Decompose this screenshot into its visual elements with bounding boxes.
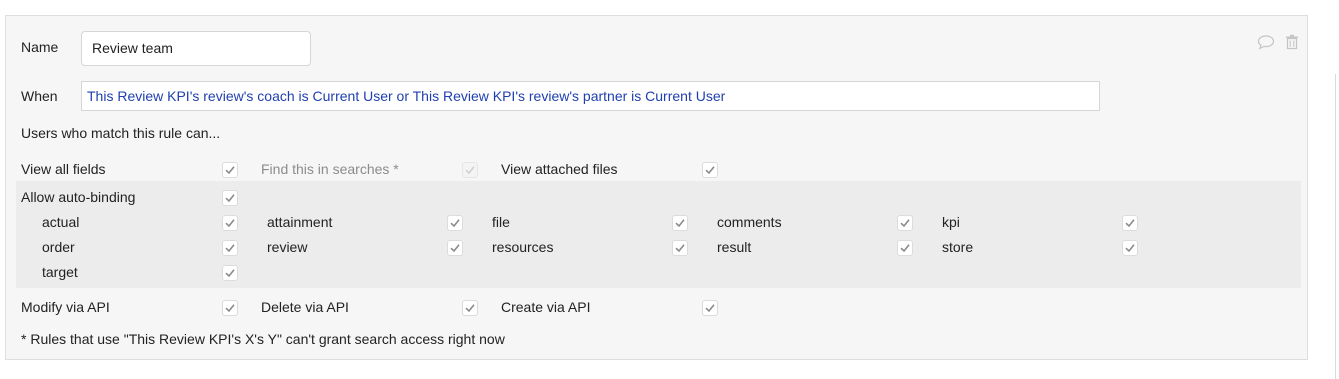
binding-field-label: review (267, 239, 308, 255)
users-intro-text: Users who match this rule can... (21, 125, 221, 141)
auto-binding-section (16, 181, 1301, 288)
speech-bubble-icon[interactable] (1257, 34, 1275, 53)
delete-via-api-checkbox[interactable] (462, 300, 478, 316)
binding-field-checkbox-kpi[interactable] (1122, 215, 1138, 231)
binding-field-checkbox-actual[interactable] (222, 215, 238, 231)
modify-via-api-checkbox[interactable] (222, 300, 238, 316)
binding-field-label: kpi (942, 214, 960, 230)
create-via-api-label: Create via API (501, 299, 591, 315)
binding-field-checkbox-resources[interactable] (672, 240, 688, 256)
search-access-footnote: * Rules that use "This Review KPI's X's … (21, 331, 505, 347)
binding-field-checkbox-file[interactable] (672, 215, 688, 231)
binding-field-checkbox-review[interactable] (447, 240, 463, 256)
modify-via-api-label: Modify via API (21, 299, 110, 315)
delete-via-api-label: Delete via API (261, 299, 349, 315)
binding-field-label: comments (717, 214, 782, 230)
binding-field-label: result (717, 239, 752, 255)
binding-field-checkbox-attainment[interactable] (447, 215, 463, 231)
binding-field-label: store (942, 239, 974, 255)
view-all-fields-label: View all fields (21, 161, 106, 177)
allow-auto-binding-label: Allow auto-binding (21, 189, 136, 205)
scrollbar-edge[interactable] (1335, 74, 1336, 379)
binding-field-checkbox-target[interactable] (222, 265, 238, 281)
trash-icon[interactable] (1285, 34, 1299, 53)
find-in-searches-label: Find this in searches * (261, 161, 399, 177)
binding-field-checkbox-store[interactable] (1122, 240, 1138, 256)
rule-name-input[interactable]: Review team (81, 31, 311, 66)
when-label: When (21, 88, 58, 104)
binding-field-label: file (492, 214, 510, 230)
binding-field-checkbox-order[interactable] (222, 240, 238, 256)
binding-field-label: resources (492, 239, 554, 255)
privacy-rule-panel: Name Review team When This Review KPI's … (5, 15, 1308, 360)
name-label: Name (21, 39, 59, 55)
binding-field-label: actual (42, 214, 80, 230)
find-in-searches-checkbox (462, 162, 478, 178)
allow-auto-binding-checkbox[interactable] (222, 190, 238, 206)
create-via-api-checkbox[interactable] (702, 300, 718, 316)
binding-field-label: target (42, 264, 78, 280)
condition-input[interactable]: This Review KPI's review's coach is Curr… (81, 81, 1100, 111)
binding-field-checkbox-comments[interactable] (897, 215, 913, 231)
binding-field-label: order (42, 239, 75, 255)
view-attached-files-label: View attached files (501, 161, 618, 177)
binding-field-checkbox-result[interactable] (897, 240, 913, 256)
view-attached-files-checkbox[interactable] (702, 162, 718, 178)
view-all-fields-checkbox[interactable] (222, 162, 238, 178)
binding-field-label: attainment (267, 214, 333, 230)
